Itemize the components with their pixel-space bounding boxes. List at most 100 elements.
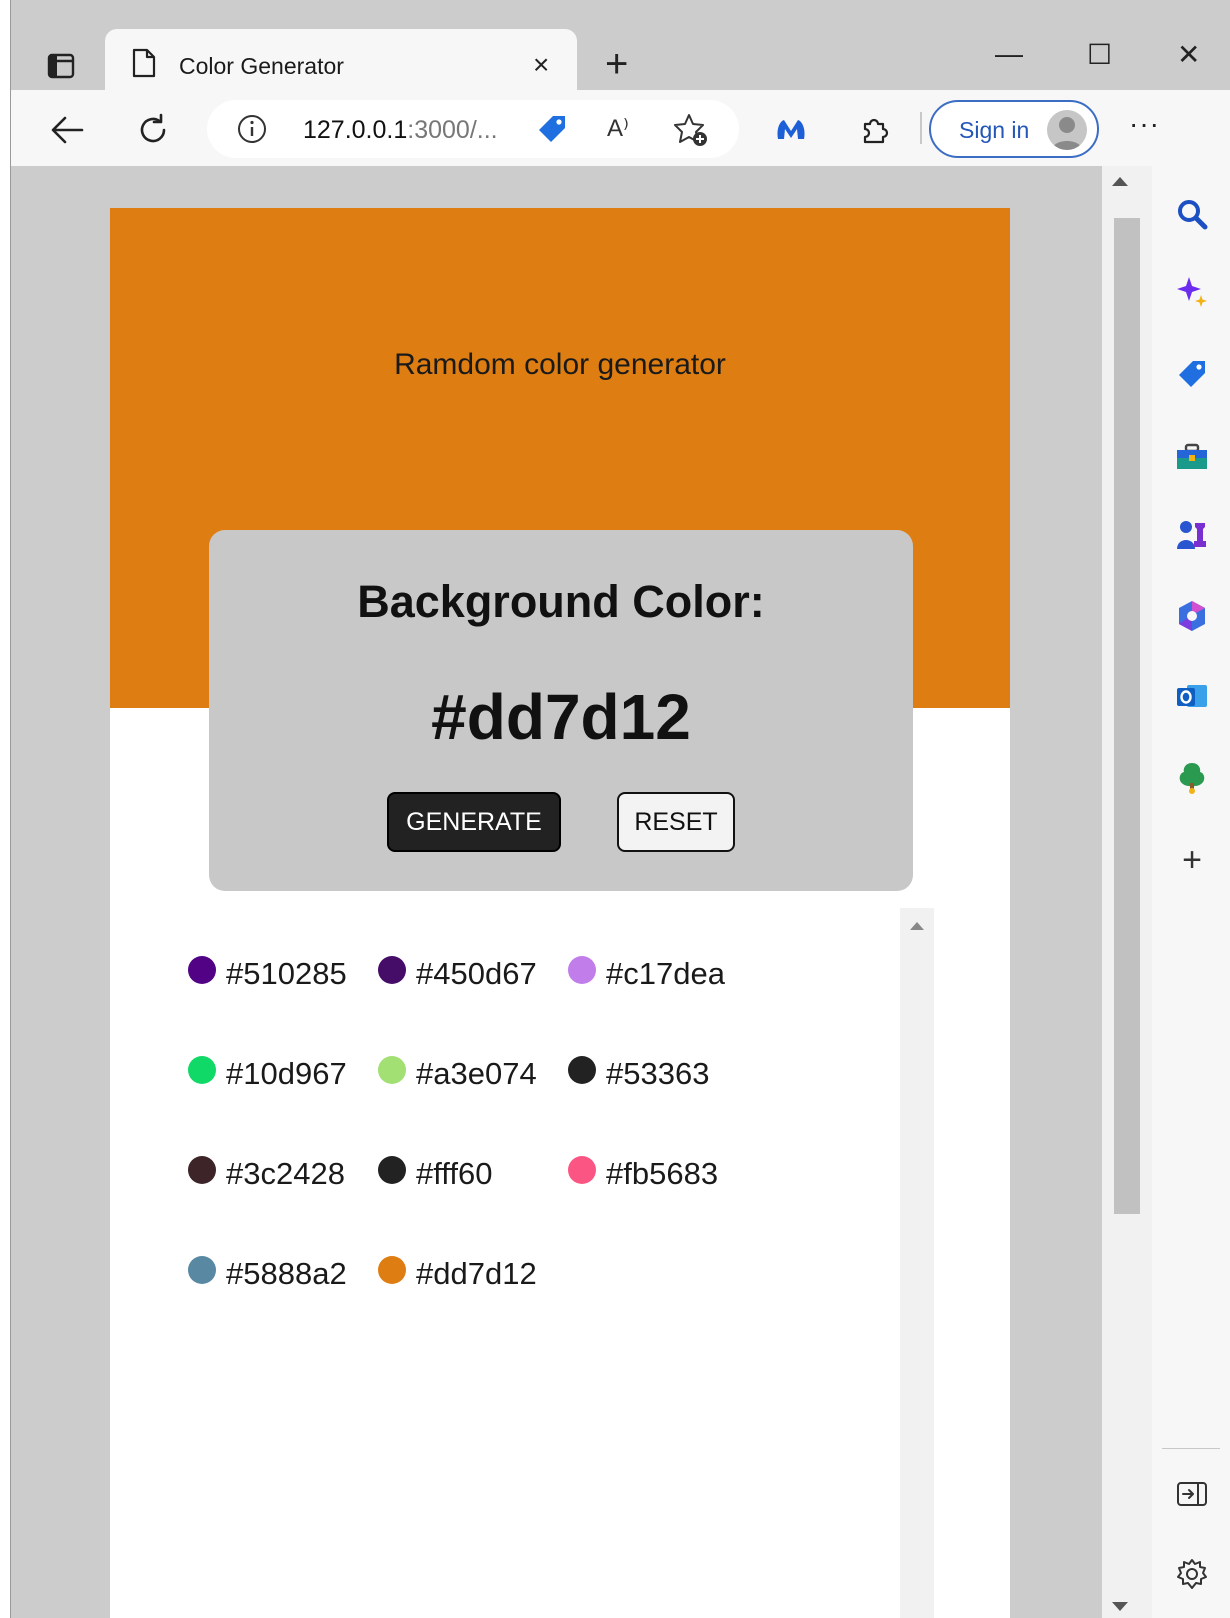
history-scroll-up-arrow[interactable] bbox=[910, 922, 924, 930]
color-history-list: #510285 #450d67 #c17dea #10d967 #a3e074 #5336… bbox=[188, 956, 788, 1292]
color-history-item[interactable]: #5888a2 bbox=[188, 1256, 378, 1292]
window-minimize-button[interactable]: — bbox=[995, 38, 1023, 70]
outlook-icon bbox=[1177, 685, 1207, 707]
sidebar-separator bbox=[1162, 1448, 1220, 1449]
color-swatch-dot bbox=[188, 1256, 216, 1284]
sidebar-hide-button[interactable] bbox=[1174, 1476, 1210, 1512]
gear-icon bbox=[1177, 1559, 1207, 1589]
sparkle-icon bbox=[1177, 277, 1207, 307]
malwarebytes-icon bbox=[777, 120, 805, 139]
sidebar-games-button[interactable] bbox=[1174, 516, 1210, 552]
window-maximize-button[interactable]: ☐ bbox=[1087, 38, 1112, 71]
malwarebytes-extension-button[interactable] bbox=[771, 110, 811, 150]
color-swatch-dot bbox=[378, 956, 406, 984]
color-hex-label: #fb5683 bbox=[606, 1156, 719, 1191]
refresh-button[interactable] bbox=[133, 110, 173, 150]
color-hex-label: #5888a2 bbox=[226, 1256, 347, 1291]
color-swatch-dot bbox=[568, 1156, 596, 1184]
sidebar-outlook-button[interactable] bbox=[1174, 678, 1210, 714]
color-hex-label: #10d967 bbox=[226, 1056, 347, 1091]
sidebar-shopping-button[interactable] bbox=[1174, 356, 1210, 392]
current-color-value: #dd7d12 bbox=[431, 681, 691, 753]
window-close-button[interactable]: ✕ bbox=[1177, 38, 1200, 71]
color-history-item[interactable]: #fff60 bbox=[378, 1156, 568, 1192]
color-history: #510285 #450d67 #c17dea #10d967 #a3e074 #5336… bbox=[110, 908, 1010, 1618]
color-history-item[interactable]: #510285 bbox=[188, 956, 378, 992]
color-hex-label: #450d67 bbox=[416, 956, 537, 991]
scroll-thumb[interactable] bbox=[1114, 218, 1140, 1214]
color-swatch-dot bbox=[188, 1056, 216, 1084]
sidebar-tools-button[interactable] bbox=[1174, 438, 1210, 474]
history-scrollbar[interactable] bbox=[900, 908, 934, 1618]
tab-actions-icon bbox=[47, 53, 75, 79]
background-color-label: Background Color: bbox=[357, 576, 765, 627]
color-history-item[interactable]: #53363 bbox=[568, 1056, 758, 1092]
color-history-item[interactable]: #450d67 bbox=[378, 956, 568, 992]
page-title: Ramdom color generator bbox=[394, 348, 726, 381]
new-tab-button[interactable]: + bbox=[605, 44, 628, 84]
sign-in-label: Sign in bbox=[959, 117, 1030, 143]
color-history-item[interactable]: #3c2428 bbox=[188, 1156, 378, 1192]
color-history-item[interactable]: #fb5683 bbox=[568, 1156, 758, 1192]
sidebar-copilot-button[interactable] bbox=[1174, 274, 1210, 310]
background-color-card: Background Color: #dd7d12 GENERATE RESET bbox=[209, 530, 913, 891]
tab-strip: Color Generator × + — ☐ ✕ bbox=[11, 8, 1230, 98]
read-aloud-button[interactable]: A⁾ bbox=[607, 114, 629, 143]
profile-icon bbox=[1052, 117, 1082, 150]
microsoft365-icon bbox=[1179, 601, 1205, 631]
page-icon bbox=[132, 48, 156, 78]
color-swatch-dot bbox=[568, 956, 596, 984]
sidebar-add-button[interactable]: + bbox=[1174, 841, 1210, 879]
color-swatch-dot bbox=[378, 1256, 406, 1284]
address-bar[interactable]: 127.0.0.1:3000/... A⁾ bbox=[207, 100, 739, 158]
color-hex-label: #dd7d12 bbox=[416, 1256, 537, 1291]
browser-toolbar: 127.0.0.1:3000/... A⁾ Sign in ··· bbox=[11, 90, 1230, 166]
coupon-tag-icon[interactable] bbox=[535, 112, 569, 146]
profile-avatar bbox=[1047, 110, 1087, 150]
color-hex-label: #3c2428 bbox=[226, 1156, 345, 1191]
shopping-tag-icon bbox=[1179, 361, 1205, 387]
color-swatch-dot bbox=[378, 1156, 406, 1184]
color-swatch-dot bbox=[188, 1156, 216, 1184]
settings-more-button[interactable]: ··· bbox=[1129, 108, 1160, 140]
site-info-icon[interactable] bbox=[237, 114, 267, 144]
sign-in-button[interactable]: Sign in bbox=[929, 100, 1099, 158]
search-icon bbox=[1178, 200, 1208, 230]
color-hex-label: #510285 bbox=[226, 956, 347, 991]
add-favorite-icon[interactable] bbox=[673, 112, 709, 148]
address-text[interactable]: 127.0.0.1:3000/... bbox=[303, 116, 498, 145]
color-history-item[interactable]: #10d967 bbox=[188, 1056, 378, 1092]
address-path: :3000/... bbox=[407, 116, 498, 144]
extensions-button[interactable] bbox=[855, 110, 895, 150]
generate-button[interactable]: GENERATE bbox=[387, 792, 561, 852]
color-history-item[interactable]: #dd7d12 bbox=[378, 1256, 568, 1292]
sidebar-search-button[interactable] bbox=[1174, 196, 1210, 232]
browser-window: Color Generator × + — ☐ ✕ 127.0.0.1:3000… bbox=[0, 0, 1230, 1618]
color-swatch-dot bbox=[568, 1056, 596, 1084]
back-button[interactable] bbox=[47, 110, 87, 150]
tree-icon bbox=[1179, 763, 1205, 794]
tab-actions-button[interactable] bbox=[41, 46, 81, 86]
puzzle-icon bbox=[863, 118, 889, 144]
color-history-item[interactable]: #a3e074 bbox=[378, 1056, 568, 1092]
color-history-item[interactable]: #c17dea bbox=[568, 956, 758, 992]
refresh-icon bbox=[140, 113, 166, 143]
color-swatch-dot bbox=[378, 1056, 406, 1084]
toolbox-icon bbox=[1177, 443, 1207, 469]
scroll-up-arrow[interactable] bbox=[1112, 177, 1128, 186]
address-host: 127.0.0.1 bbox=[303, 116, 408, 144]
color-hex-label: #a3e074 bbox=[416, 1056, 537, 1091]
tab-close-button[interactable]: × bbox=[533, 51, 549, 79]
color-hex-label: #fff60 bbox=[416, 1156, 493, 1191]
sidebar-drop-button[interactable] bbox=[1174, 760, 1210, 796]
color-hex-label: #c17dea bbox=[606, 956, 725, 991]
sidebar-settings-button[interactable] bbox=[1174, 1556, 1210, 1592]
hide-sidebar-icon bbox=[1177, 1482, 1207, 1506]
reset-button[interactable]: RESET bbox=[617, 792, 735, 852]
games-chess-icon bbox=[1177, 521, 1206, 549]
sidebar-microsoft365-button[interactable] bbox=[1174, 598, 1210, 634]
tab-color-generator[interactable]: Color Generator × bbox=[105, 29, 577, 98]
color-generator-app: Ramdom color generator Background Color:… bbox=[110, 208, 1010, 1618]
scroll-down-arrow[interactable] bbox=[1112, 1602, 1128, 1611]
edge-sidebar: + bbox=[1152, 166, 1230, 1618]
